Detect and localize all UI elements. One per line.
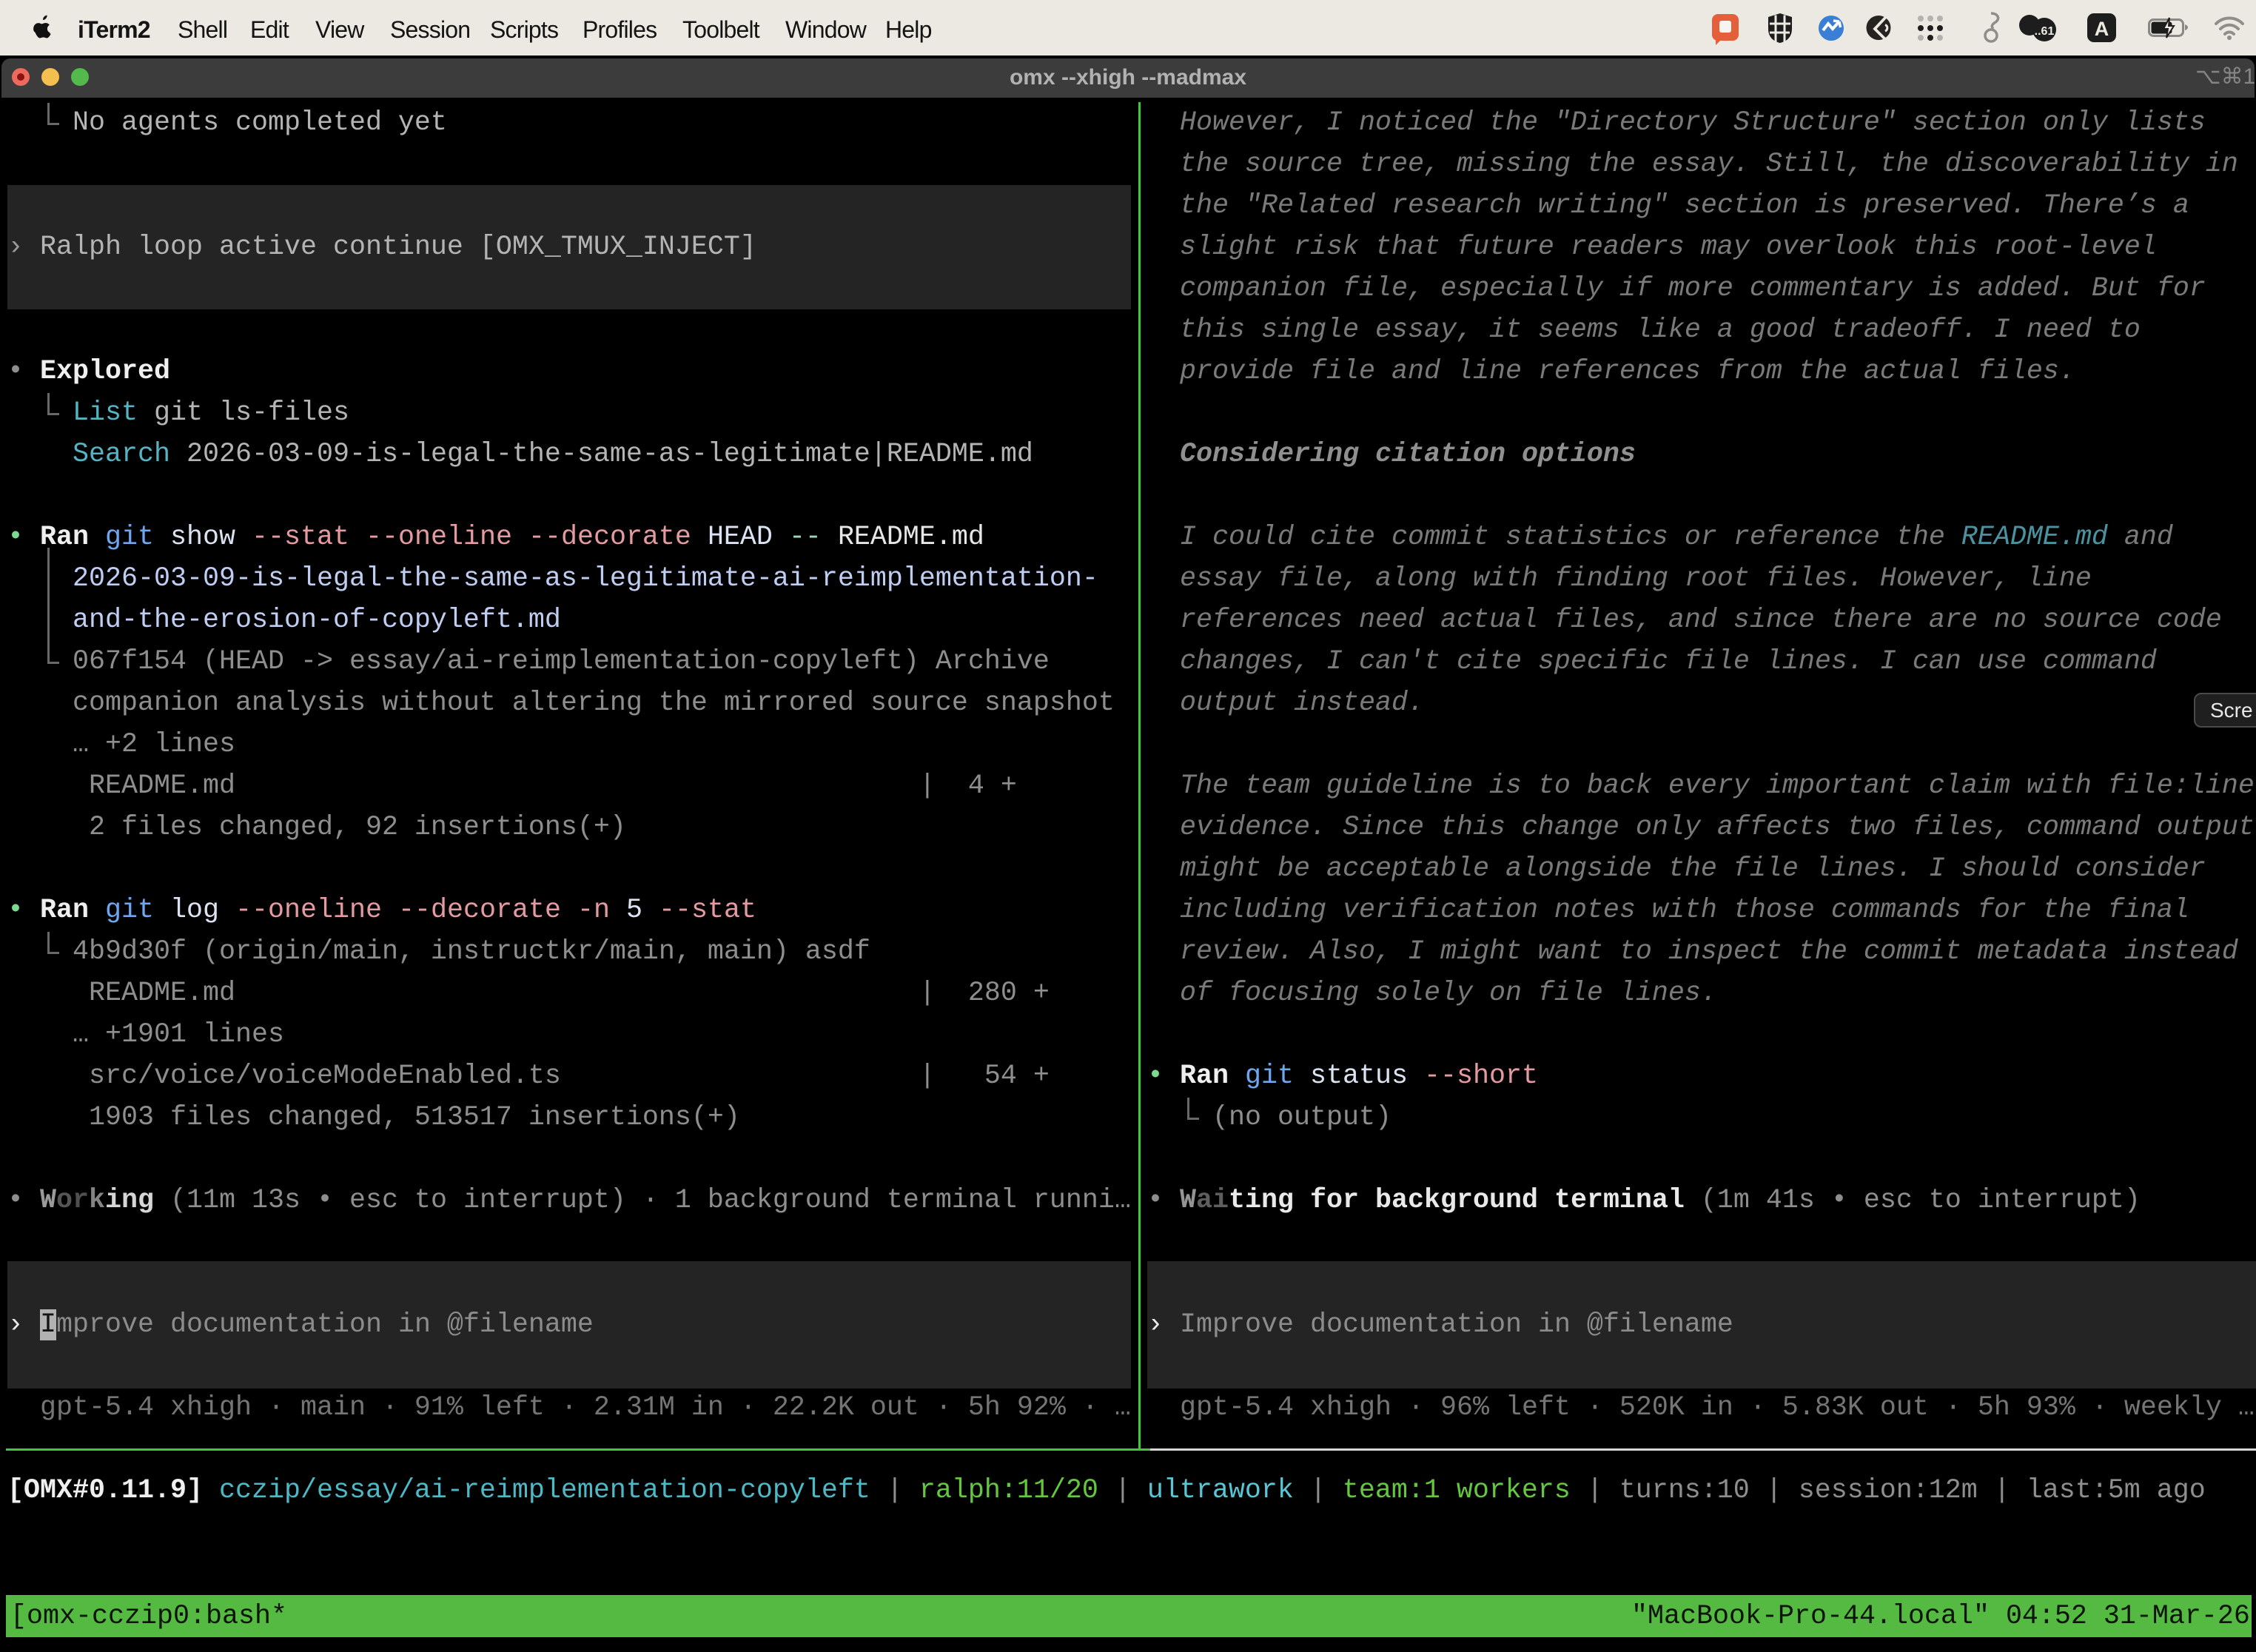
svg-text:..61: ..61 (2035, 25, 2055, 38)
